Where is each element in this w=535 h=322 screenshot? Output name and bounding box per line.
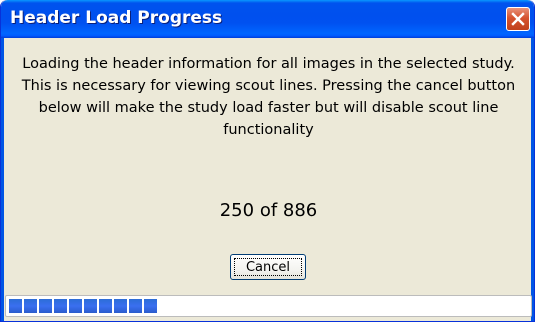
progress-block	[9, 299, 22, 313]
close-icon	[511, 12, 525, 26]
progress-block	[39, 299, 52, 313]
dialog-window: Header Load Progress Loading the header …	[0, 0, 535, 322]
window-title: Header Load Progress	[10, 8, 223, 28]
progress-count: 250 of 886	[219, 200, 318, 221]
dialog-message: Loading the header information for all i…	[21, 56, 516, 138]
progress-bar	[5, 295, 532, 317]
progress-block	[99, 299, 112, 313]
cancel-button[interactable]: Cancel	[230, 254, 306, 280]
progress-block	[54, 299, 67, 313]
cancel-button-label: Cancel	[234, 258, 302, 276]
progress-block	[129, 299, 142, 313]
progress-block	[84, 299, 97, 313]
window-border-left	[1, 38, 4, 321]
progress-block	[24, 299, 37, 313]
title-bar[interactable]: Header Load Progress	[1, 0, 534, 38]
close-button[interactable]	[506, 7, 530, 31]
progress-block	[144, 299, 157, 313]
progress-block	[69, 299, 82, 313]
progress-bar-fill	[9, 299, 157, 313]
progress-block	[114, 299, 127, 313]
window-border-right	[531, 38, 534, 321]
